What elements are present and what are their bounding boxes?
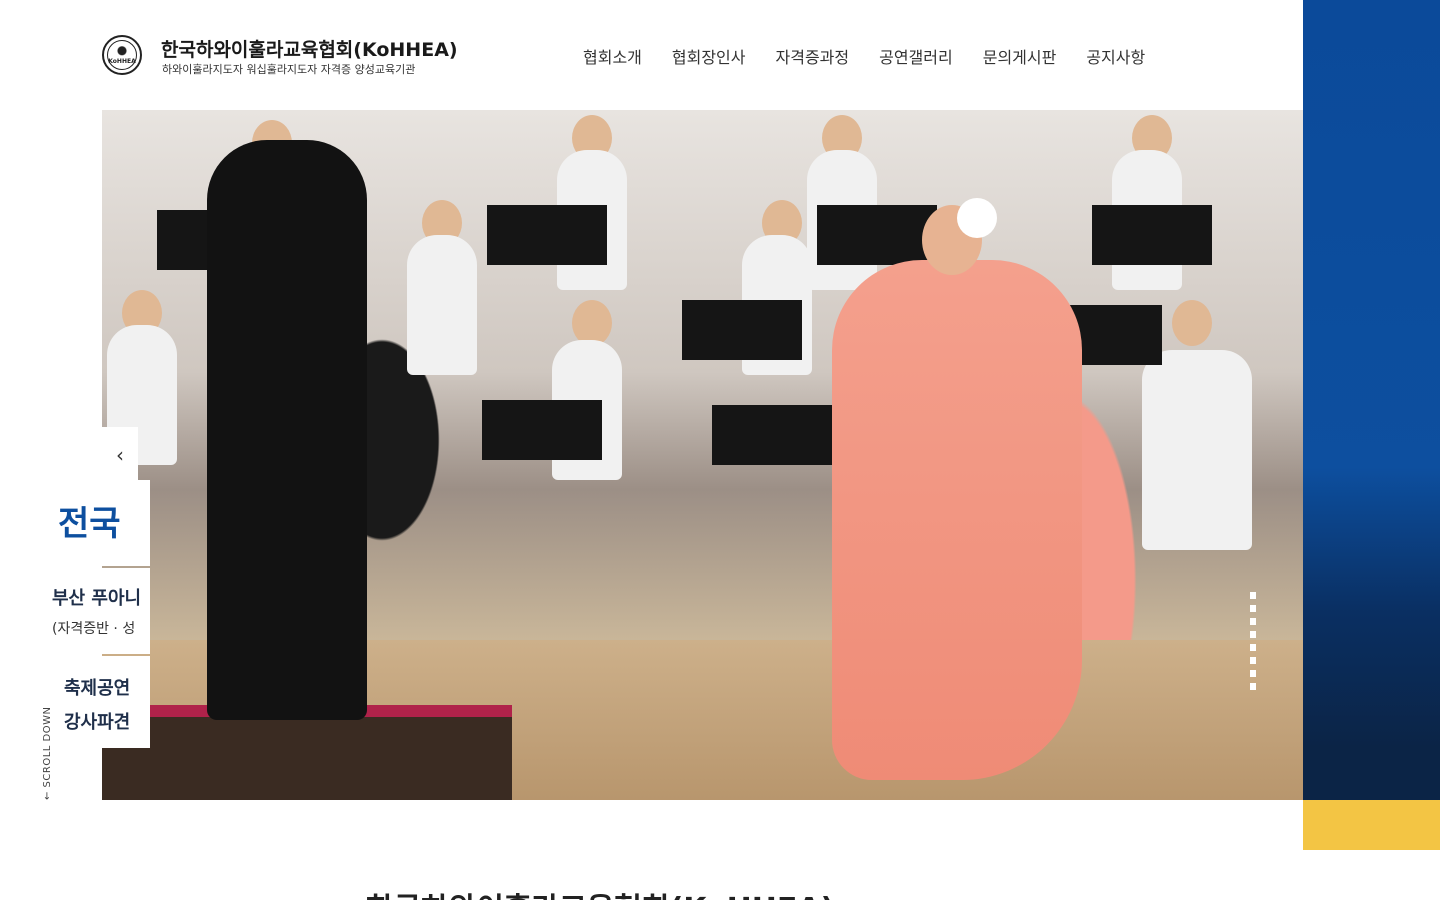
nav-item-inquiry[interactable]: 문의게시판 xyxy=(983,44,1057,68)
musician xyxy=(407,235,477,375)
nav-item-notice[interactable]: 공지사항 xyxy=(1086,44,1145,68)
music-stand xyxy=(712,405,832,465)
section-heading: 한국하와이훌라교육협회(KoHHEA) xyxy=(366,884,834,900)
scroll-down-indicator[interactable]: ← SCROLL DOWN xyxy=(42,707,53,800)
musician-head xyxy=(1172,300,1212,346)
promo-card-festival-line1: 축제공연 xyxy=(64,678,131,699)
main-nav: 협회소개 협회장인사 자격증과정 공연갤러리 문의게시판 공지사항 xyxy=(583,44,1145,68)
promo-card-title: 전국 xyxy=(30,480,150,566)
music-stand xyxy=(1092,205,1212,265)
logo-emblem: KoHHEA xyxy=(107,40,137,70)
hula-dancer-figure xyxy=(832,260,1082,780)
nav-item-greeting[interactable]: 협회장인사 xyxy=(672,44,746,68)
music-stand xyxy=(482,400,602,460)
music-stand xyxy=(682,300,802,360)
brand-subtitle: 하와이훌라지도자 워십훌라지도자 자격증 양성교육기관 xyxy=(162,63,416,76)
promo-card-festival-line2: 강사파견 xyxy=(64,712,131,733)
flower-hair-ornament xyxy=(957,198,997,238)
music-stand xyxy=(487,205,607,265)
promo-card-busan-title: 부산 푸아니 xyxy=(52,588,142,609)
nav-item-about[interactable]: 협회소개 xyxy=(583,44,642,68)
musician xyxy=(1142,350,1252,550)
side-panel-accent-bar xyxy=(1303,800,1440,850)
slide-pagination[interactable] xyxy=(1250,592,1256,696)
brand-title[interactable]: 한국하와이훌라교육협회(KoHHEA) xyxy=(161,35,458,62)
promo-card-busan-sub: (자격증반 · 성 xyxy=(52,621,136,637)
nav-item-certification[interactable]: 자격증과정 xyxy=(776,44,850,68)
hero-slide-image xyxy=(102,110,1303,800)
side-promo-panel xyxy=(1303,0,1440,850)
nav-item-gallery[interactable]: 공연갤러리 xyxy=(879,44,953,68)
logo[interactable]: KoHHEA xyxy=(102,35,142,75)
music-stand xyxy=(817,205,937,265)
promo-card-busan[interactable]: 부산 푸아니 (자격증반 · 성 xyxy=(30,568,150,654)
conductor-figure xyxy=(207,140,367,720)
slider-prev-button[interactable]: ‹ xyxy=(102,427,138,483)
